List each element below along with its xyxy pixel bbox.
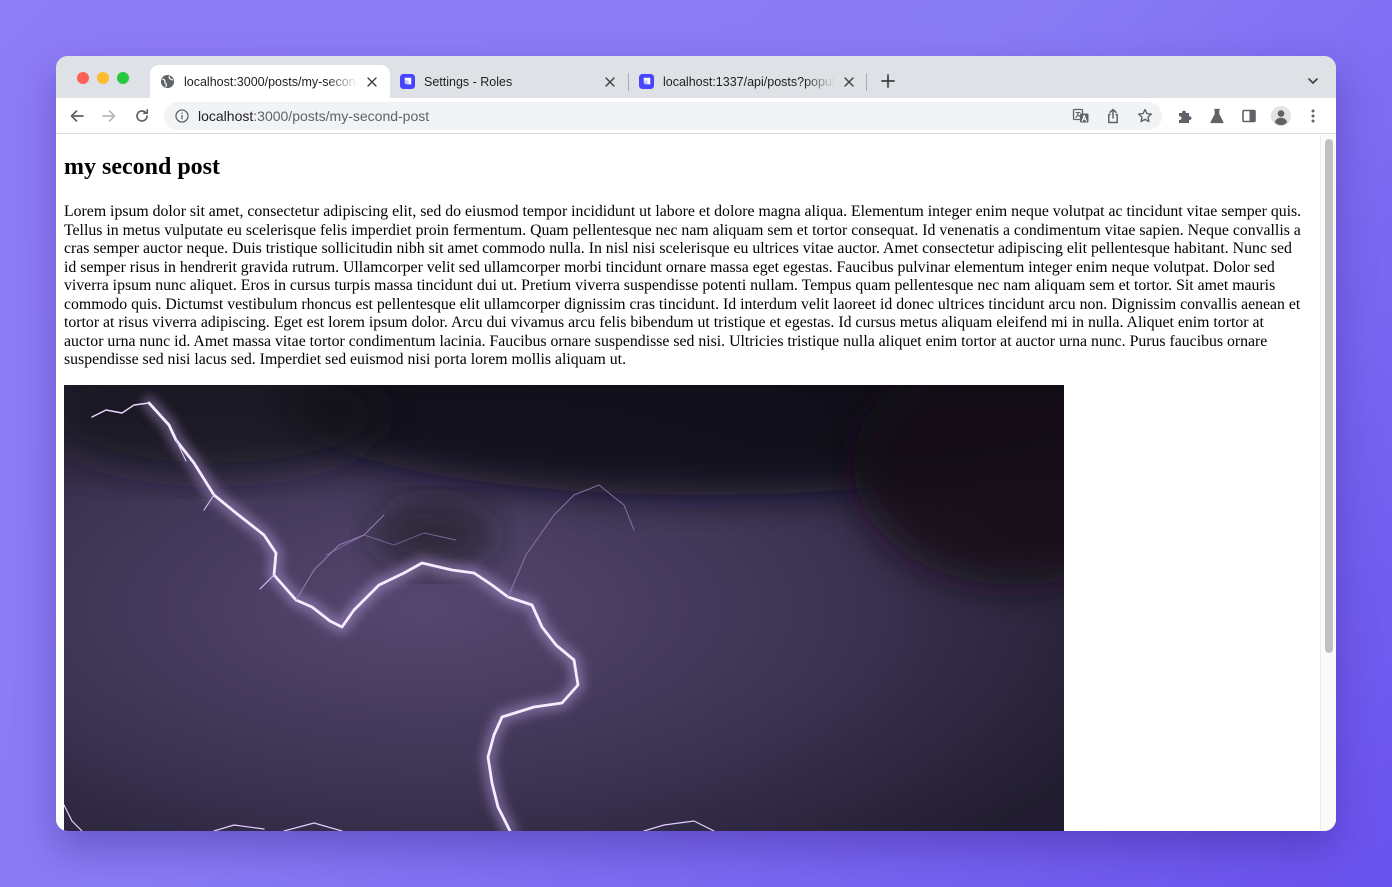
avatar-icon bbox=[1271, 106, 1291, 126]
tab-title: localhost:3000/posts/my-second-post bbox=[184, 74, 358, 89]
address-bar[interactable]: localhost:3000/posts/my-second-post bbox=[164, 102, 1162, 130]
url-text[interactable]: localhost:3000/posts/my-second-post bbox=[198, 102, 429, 130]
flask-icon bbox=[1210, 108, 1224, 124]
browser-toolbar: localhost:3000/posts/my-second-post bbox=[56, 98, 1336, 134]
arrow-left-icon bbox=[70, 110, 84, 122]
close-icon[interactable] bbox=[364, 74, 380, 90]
strapi-icon bbox=[400, 74, 415, 89]
close-icon[interactable] bbox=[602, 74, 618, 90]
chevron-down-icon bbox=[1308, 78, 1318, 84]
tab-api-posts[interactable]: localhost:1337/api/posts?populate=* bbox=[629, 65, 867, 98]
back-button[interactable] bbox=[66, 105, 88, 127]
tab-settings-roles[interactable]: Settings - Roles bbox=[390, 65, 628, 98]
post-title: my second post bbox=[64, 154, 221, 180]
star-icon bbox=[1138, 108, 1152, 123]
lightning-storm-image bbox=[64, 385, 1064, 831]
window-close-button[interactable] bbox=[77, 72, 89, 84]
strapi-icon bbox=[639, 74, 654, 89]
kebab-menu-icon bbox=[1311, 109, 1315, 123]
menu-button[interactable] bbox=[1302, 105, 1324, 127]
share-icon bbox=[1108, 108, 1118, 124]
forward-button[interactable] bbox=[98, 105, 120, 127]
tab-post[interactable]: localhost:3000/posts/my-second-post bbox=[150, 65, 390, 98]
labs-button[interactable] bbox=[1206, 105, 1228, 127]
url-host: localhost bbox=[198, 108, 254, 124]
post-body: Lorem ipsum dolor sit amet, consectetur … bbox=[64, 203, 1302, 368]
side-panel-button[interactable] bbox=[1238, 105, 1260, 127]
new-tab-button[interactable] bbox=[878, 71, 898, 91]
extensions-button[interactable] bbox=[1174, 105, 1196, 127]
translate-icon bbox=[1072, 108, 1089, 123]
browser-window: localhost:3000/posts/my-second-post Sett… bbox=[56, 56, 1336, 831]
tab-divider bbox=[866, 73, 867, 91]
profile-button[interactable] bbox=[1270, 105, 1292, 127]
close-icon[interactable] bbox=[841, 74, 857, 90]
plus-icon bbox=[881, 74, 895, 88]
tab-title: localhost:1337/api/posts?populate=* bbox=[663, 74, 835, 89]
window-minimize-button[interactable] bbox=[97, 72, 109, 84]
puzzle-icon bbox=[1179, 110, 1192, 123]
side-panel-icon bbox=[1242, 109, 1256, 123]
scrollbar-thumb[interactable] bbox=[1325, 139, 1333, 653]
vertical-scrollbar[interactable] bbox=[1320, 135, 1336, 831]
url-path: :3000/posts/my-second-post bbox=[253, 108, 430, 124]
tab-search-button[interactable] bbox=[1304, 72, 1322, 90]
page-content: my second post Lorem ipsum dolor sit ame… bbox=[56, 135, 1320, 831]
tab-title: Settings - Roles bbox=[424, 74, 513, 89]
arrow-right-icon bbox=[102, 110, 116, 122]
translate-button[interactable] bbox=[1070, 105, 1092, 127]
share-button[interactable] bbox=[1102, 105, 1124, 127]
bookmark-button[interactable] bbox=[1134, 105, 1156, 127]
reload-button[interactable] bbox=[131, 105, 153, 127]
info-icon[interactable] bbox=[174, 108, 190, 124]
tab-strip: localhost:3000/posts/my-second-post Sett… bbox=[56, 56, 1336, 98]
globe-icon bbox=[160, 74, 175, 89]
reload-icon bbox=[136, 108, 149, 122]
window-zoom-button[interactable] bbox=[117, 72, 129, 84]
